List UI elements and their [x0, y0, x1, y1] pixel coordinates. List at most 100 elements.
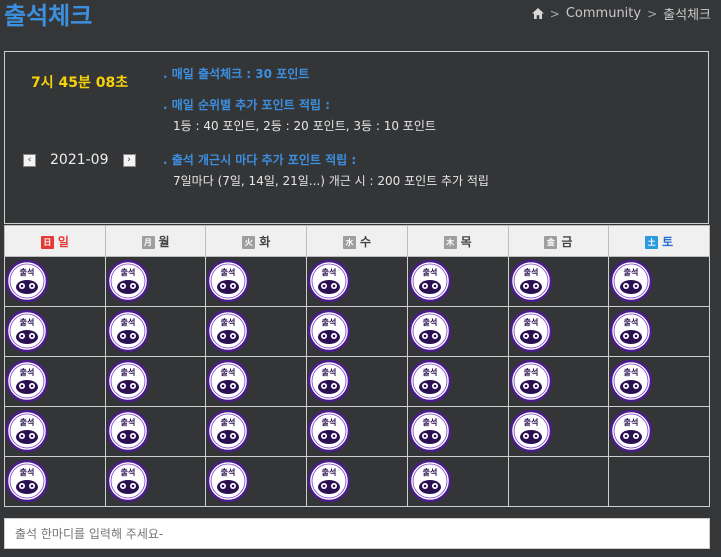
calendar-day-cell: 출석 — [4, 406, 106, 457]
attendance-stamp-icon: 출석 — [509, 410, 552, 452]
attendance-stamp-icon: 출석 — [207, 460, 250, 502]
weekday-header: 日일 — [4, 225, 106, 257]
svg-text:출석: 출석 — [322, 317, 337, 327]
weekday-label: 수 — [359, 234, 371, 249]
attendance-stamp-icon: 출석 — [207, 260, 250, 302]
svg-text:출석: 출석 — [322, 467, 337, 477]
attendance-stamp-icon: 출석 — [509, 360, 552, 402]
attendance-stamp-icon: 출석 — [308, 360, 351, 402]
weekday-box: 水 — [342, 235, 356, 249]
svg-text:출석: 출석 — [422, 467, 437, 477]
attendance-stamp-icon: 출석 — [408, 260, 451, 302]
svg-text:출석: 출석 — [322, 367, 337, 377]
svg-text:출석: 출석 — [322, 417, 337, 427]
point-rules: . 매일 출석체크 : 30 포인트 . 매일 순위별 추가 포인트 적립 : … — [163, 65, 489, 206]
chevron-right-icon: > — [647, 6, 658, 21]
rule-heading: . 출석 개근시 마다 추가 포인트 적립 : — [163, 153, 357, 167]
calendar-day-cell: 출석 — [205, 256, 308, 307]
attendance-stamp-icon: 출석 — [408, 360, 451, 402]
prev-month-button[interactable]: ‹ — [23, 153, 36, 167]
calendar-day-cell: 출석 — [4, 306, 106, 357]
calendar-day-cell: 출석 — [4, 256, 106, 307]
attendance-stamp-icon: 출석 — [106, 310, 149, 352]
breadcrumb-item-current: 출석체크 — [663, 8, 711, 23]
calendar-day-cell: 출석 — [406, 456, 509, 507]
calendar-day-cell: 출석 — [104, 356, 207, 407]
attendance-stamp-icon: 출석 — [6, 260, 48, 302]
svg-text:출석: 출석 — [322, 267, 337, 277]
calendar-day-cell: 출석 — [306, 456, 408, 507]
attendance-stamp-icon: 출석 — [408, 460, 451, 502]
attendance-stamp-icon: 출석 — [207, 360, 250, 402]
attendance-stamp-icon: 출석 — [610, 260, 653, 302]
attendance-stamp-icon: 출석 — [509, 260, 552, 302]
attendance-stamp-icon: 출석 — [6, 310, 48, 352]
weekday-label: 일 — [57, 234, 69, 249]
calendar-day-cell: 출석 — [507, 356, 610, 407]
calendar-day-cell: 출석 — [205, 306, 308, 357]
weekday-label: 월 — [158, 234, 170, 249]
svg-text:출석: 출석 — [221, 267, 236, 277]
calendar-day-cell: 출석 — [507, 256, 610, 307]
calendar-day-cell: 출석 — [104, 306, 207, 357]
calendar-day-cell: 출석 — [608, 256, 710, 307]
calendar-day-cell: 출석 — [608, 356, 710, 407]
weekday-box: 日 — [40, 235, 54, 249]
breadcrumb-item-community[interactable]: Community — [566, 6, 641, 21]
calendar-day-cell: 출석 — [608, 406, 710, 457]
svg-text:출석: 출석 — [523, 367, 538, 377]
attendance-stamp-icon: 출석 — [308, 410, 351, 452]
svg-text:출석: 출석 — [422, 417, 437, 427]
weekday-box: 月 — [141, 235, 155, 249]
svg-text:출석: 출석 — [120, 367, 135, 377]
attendance-stamp-icon: 출석 — [106, 360, 149, 402]
attendance-stamp-icon: 출석 — [610, 310, 653, 352]
weekday-header-row: 日일月월火화水수木목金금土토 — [4, 225, 710, 257]
weekday-box: 火 — [242, 235, 256, 249]
attendance-info-panel: 7시 45분 08초 ‹ 2021-09 › . 매일 출석체크 : 30 포인… — [4, 51, 709, 224]
svg-text:출석: 출석 — [20, 417, 35, 427]
attendance-stamp-icon: 출석 — [106, 410, 149, 452]
calendar-day-cell: 출석 — [306, 256, 408, 307]
weekday-label: 목 — [460, 234, 472, 249]
attendance-stamp-icon: 출석 — [106, 260, 149, 302]
attendance-stamp-icon: 출석 — [308, 310, 351, 352]
svg-text:출석: 출석 — [624, 267, 639, 277]
calendar-week-row: 출석 출석 출석 출석 출석 출석 출석 — [4, 356, 710, 407]
next-month-button[interactable]: › — [122, 153, 136, 167]
svg-text:출석: 출석 — [221, 467, 236, 477]
calendar-day-cell: 출석 — [507, 306, 610, 357]
calendar-day-cell: 출석 — [406, 356, 509, 407]
attendance-calendar: 日일月월火화水수木목金금土토 출석 출석 출석 출석 출석 출석 출석 출석 출석 출석 출석 출석 출… — [4, 225, 710, 507]
attendance-stamp-icon: 출석 — [207, 310, 250, 352]
home-icon[interactable] — [531, 8, 544, 19]
svg-text:출석: 출석 — [523, 417, 538, 427]
page-title: 출석체크 — [4, 2, 93, 30]
svg-text:출석: 출석 — [624, 317, 639, 327]
calendar-day-cell: 출석 — [104, 456, 207, 507]
rule-heading: . 매일 출석체크 : 30 포인트 — [163, 67, 310, 81]
svg-text:출석: 출석 — [20, 467, 35, 477]
month-navigator: ‹ 2021-09 › — [23, 152, 136, 168]
svg-text:출석: 출석 — [624, 367, 639, 377]
attendance-comment-input[interactable] — [4, 518, 710, 549]
attendance-stamp-icon: 출석 — [408, 410, 451, 452]
calendar-day-cell: 출석 — [406, 306, 509, 357]
svg-text:출석: 출석 — [422, 367, 437, 377]
calendar-day-cell: 출석 — [306, 356, 408, 407]
weekday-header: 木목 — [406, 225, 509, 257]
calendar-day-cell — [507, 456, 610, 507]
rule-heading: . 매일 순위별 추가 포인트 적립 : — [163, 98, 330, 112]
calendar-day-cell: 출석 — [507, 406, 610, 457]
attendance-stamp-icon: 출석 — [308, 260, 351, 302]
svg-text:출석: 출석 — [523, 267, 538, 277]
breadcrumb: > Community > 출석체크 — [531, 4, 711, 23]
calendar-day-cell: 출석 — [406, 256, 509, 307]
calendar-week-row: 출석 출석 출석 출석 출석 출석 출석 — [4, 306, 710, 357]
weekday-header: 土토 — [608, 225, 710, 257]
weekday-box: 金 — [544, 235, 558, 249]
calendar-day-cell: 출석 — [306, 306, 408, 357]
attendance-stamp-icon: 출석 — [408, 310, 451, 352]
calendar-day-cell: 출석 — [608, 306, 710, 357]
weekday-header: 火화 — [205, 225, 308, 257]
